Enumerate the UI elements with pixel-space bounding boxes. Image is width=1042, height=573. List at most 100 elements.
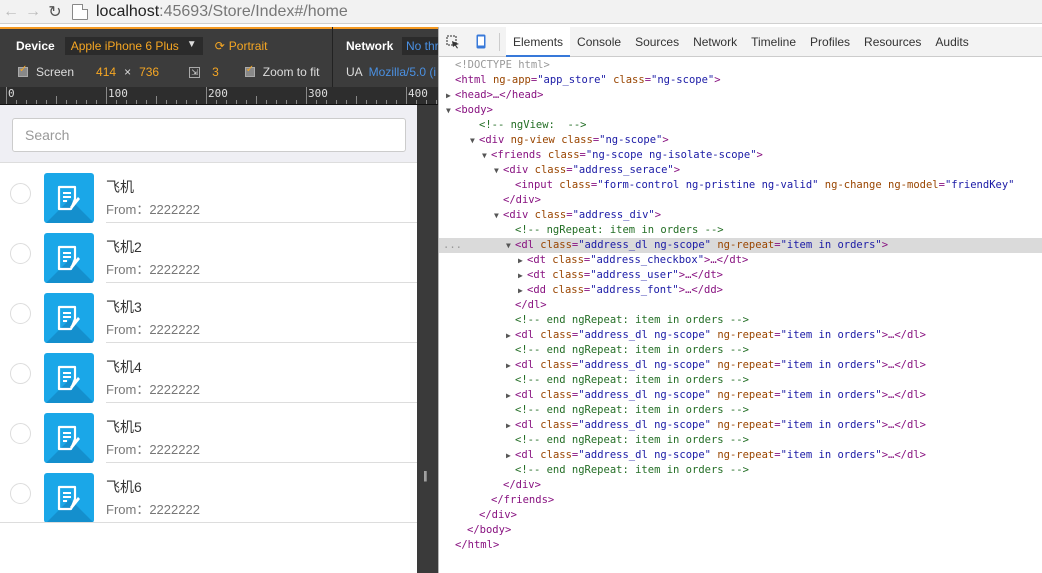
orientation-button[interactable]: ⟳ Portrait [215, 39, 268, 53]
item-from: From：2222222 [106, 262, 200, 277]
list-item[interactable]: 飞机5 From：2222222 [0, 403, 417, 463]
forward-arrow-icon[interactable]: → [22, 1, 44, 23]
device-value: Apple iPhone 6 Plus [70, 39, 179, 53]
dom-node-line[interactable]: ▼ <div ng-view class="ng-scope"> [439, 133, 1042, 148]
dom-node-line[interactable]: ▶ <dl class="address_dl ng-scope" ng-repe… [439, 388, 1042, 403]
dom-node-line[interactable]: </div> [439, 193, 1042, 208]
dom-node-line[interactable]: ▶ <dl class="address_dl ng-scope" ng-repe… [439, 358, 1042, 373]
dom-node-line[interactable]: </html> [439, 538, 1042, 553]
back-arrow-icon[interactable]: ← [0, 1, 22, 23]
search-input[interactable]: Search [12, 118, 406, 152]
reload-icon[interactable]: ↻ [44, 1, 66, 23]
item-from: From：2222222 [106, 322, 200, 337]
collapse-triangle-icon[interactable]: ▶ [506, 328, 515, 343]
dom-node-line[interactable]: ▼ <friends class="ng-scope ng-isolate-sco… [439, 148, 1042, 163]
dom-node-line[interactable]: <!-- end ngRepeat: item in orders --> [439, 313, 1042, 328]
dom-node-line[interactable]: ▶ <dl class="address_dl ng-scope" ng-repe… [439, 418, 1042, 433]
device-emulation-toolbar: Device Apple iPhone 6 Plus ▼ ⟳Portrait Sc… [0, 27, 438, 87]
dom-node-line[interactable]: <!-- end ngRepeat: item in orders --> [439, 373, 1042, 388]
tab-console[interactable]: Console [570, 27, 628, 57]
tab-profiles[interactable]: Profiles [803, 27, 857, 57]
zoom-to-fit-checkbox[interactable] [244, 64, 255, 77]
expand-triangle-icon[interactable]: ▼ [470, 133, 479, 148]
dom-node-line[interactable]: ▼ <div class="address_div"> [439, 208, 1042, 223]
tab-audits[interactable]: Audits [928, 27, 975, 57]
ruler-label: 100 [108, 87, 128, 100]
dom-node-line[interactable]: <!-- end ngRepeat: item in orders --> [439, 433, 1042, 448]
dom-tree: <!DOCTYPE html> <html ng-app="app_store" … [439, 58, 1042, 553]
resize-grip-icon[interactable]: ||| [423, 470, 427, 482]
inspect-element-icon[interactable] [439, 27, 467, 57]
dom-node-line[interactable]: <!-- ngView: --> [439, 118, 1042, 133]
emulated-viewport: Search 飞机 From：2222222 飞机2 From：2222222 飞机3 F… [0, 105, 417, 573]
list-item[interactable]: 飞机3 From：2222222 [0, 283, 417, 343]
dom-node-line[interactable]: ▶ <dt class="address_checkbox">…</dt> [439, 253, 1042, 268]
ruler-tick [256, 96, 257, 104]
dom-node-line[interactable]: </body> [439, 523, 1042, 538]
tab-sources[interactable]: Sources [628, 27, 686, 57]
dom-node-line[interactable]: ▼ <div class="address_serace"> [439, 163, 1042, 178]
dom-node-line[interactable]: </dl> [439, 298, 1042, 313]
network-select[interactable]: No thr [402, 37, 438, 55]
expand-triangle-icon[interactable]: ▼ [494, 208, 503, 223]
dom-node-line[interactable]: ▶ <dl class="address_dl ng-scope" ng-repe… [439, 448, 1042, 463]
dom-node-line[interactable]: <!-- ngRepeat: item in orders --> [439, 223, 1042, 238]
dom-node-line[interactable]: <!DOCTYPE html> [439, 58, 1042, 73]
ellipsis-icon[interactable]: ... [443, 238, 462, 253]
select-radio[interactable] [10, 483, 31, 504]
expand-triangle-icon[interactable]: ▼ [506, 238, 515, 253]
collapse-triangle-icon[interactable]: ▶ [506, 388, 515, 403]
dom-node-line[interactable]: ▶ <dt class="address_user">…</dt> [439, 268, 1042, 283]
dom-node-line[interactable]: <!-- end ngRepeat: item in orders --> [439, 463, 1042, 478]
ruler-tick [6, 87, 7, 104]
collapse-triangle-icon[interactable]: ▶ [518, 268, 527, 283]
screen-checkbox[interactable] [18, 64, 28, 77]
select-radio[interactable] [10, 183, 31, 204]
dom-node-line[interactable]: <!-- end ngRepeat: item in orders --> [439, 403, 1042, 418]
tab-resources[interactable]: Resources [857, 27, 928, 57]
collapse-triangle-icon[interactable]: ▶ [518, 283, 527, 298]
dom-node-line[interactable]: ▼ <body> [439, 103, 1042, 118]
select-radio[interactable] [10, 423, 31, 444]
collapse-triangle-icon[interactable]: ▶ [506, 418, 515, 433]
select-radio[interactable] [10, 243, 31, 264]
device-select[interactable]: Apple iPhone 6 Plus ▼ [64, 37, 203, 55]
dom-node-line[interactable]: </div> [439, 478, 1042, 493]
dom-node-line[interactable]: <!-- end ngRepeat: item in orders --> [439, 343, 1042, 358]
list-item[interactable]: 飞机6 From：2222222 [0, 463, 417, 523]
list-item[interactable]: 飞机4 From：2222222 [0, 343, 417, 403]
expand-triangle-icon[interactable]: ▼ [494, 163, 503, 178]
collapse-triangle-icon[interactable]: ▶ [506, 448, 515, 463]
viewport-splitter[interactable] [417, 105, 438, 573]
list-item[interactable]: 飞机2 From：2222222 [0, 223, 417, 283]
dom-node-line[interactable]: <html ng-app="app_store" class="ng-scope… [439, 73, 1042, 88]
collapse-triangle-icon[interactable]: ▶ [446, 88, 455, 103]
collapse-triangle-icon[interactable]: ▶ [518, 253, 527, 268]
url-field[interactable]: localhost:45693/Store/Index#/home [96, 3, 348, 21]
dom-node-line[interactable]: ... ▼ <dl class="address_dl ng-scope" ng-r… [439, 238, 1042, 253]
dom-node-line[interactable]: </div> [439, 508, 1042, 523]
dpr-input[interactable]: 3 [212, 65, 219, 79]
select-radio[interactable] [10, 363, 31, 384]
ruler-tick [156, 96, 157, 104]
dom-node-line[interactable]: ▶ <dl class="address_dl ng-scope" ng-repe… [439, 328, 1042, 343]
collapse-triangle-icon[interactable]: ▶ [506, 358, 515, 373]
item-name: 飞机2 [106, 239, 142, 255]
browser-address-bar: ← → ↻ localhost:45693/Store/Index#/home [0, 0, 1042, 24]
screen-width-input[interactable]: 414 [96, 65, 116, 79]
dom-node-line[interactable]: ▶ <head>…</head> [439, 88, 1042, 103]
expand-triangle-icon[interactable]: ▼ [446, 103, 455, 118]
dom-node-line[interactable]: <input class="form-control ng-pristine n… [439, 178, 1042, 193]
dom-node-line[interactable]: ▶ <dd class="address_font">…</dd> [439, 283, 1042, 298]
select-radio[interactable] [10, 303, 31, 324]
tab-timeline[interactable]: Timeline [744, 27, 803, 57]
tab-network[interactable]: Network [686, 27, 744, 57]
device-mode-icon[interactable] [467, 27, 495, 57]
list-item[interactable]: 飞机 From：2222222 [0, 163, 417, 223]
expand-triangle-icon[interactable]: ▼ [482, 148, 491, 163]
dom-node-line[interactable]: </friends> [439, 493, 1042, 508]
screen-height-input[interactable]: 736 [139, 65, 159, 79]
ua-input[interactable]: Mozilla/5.0 (i [369, 65, 436, 79]
note-icon [44, 233, 94, 283]
tab-elements[interactable]: Elements [506, 26, 571, 57]
